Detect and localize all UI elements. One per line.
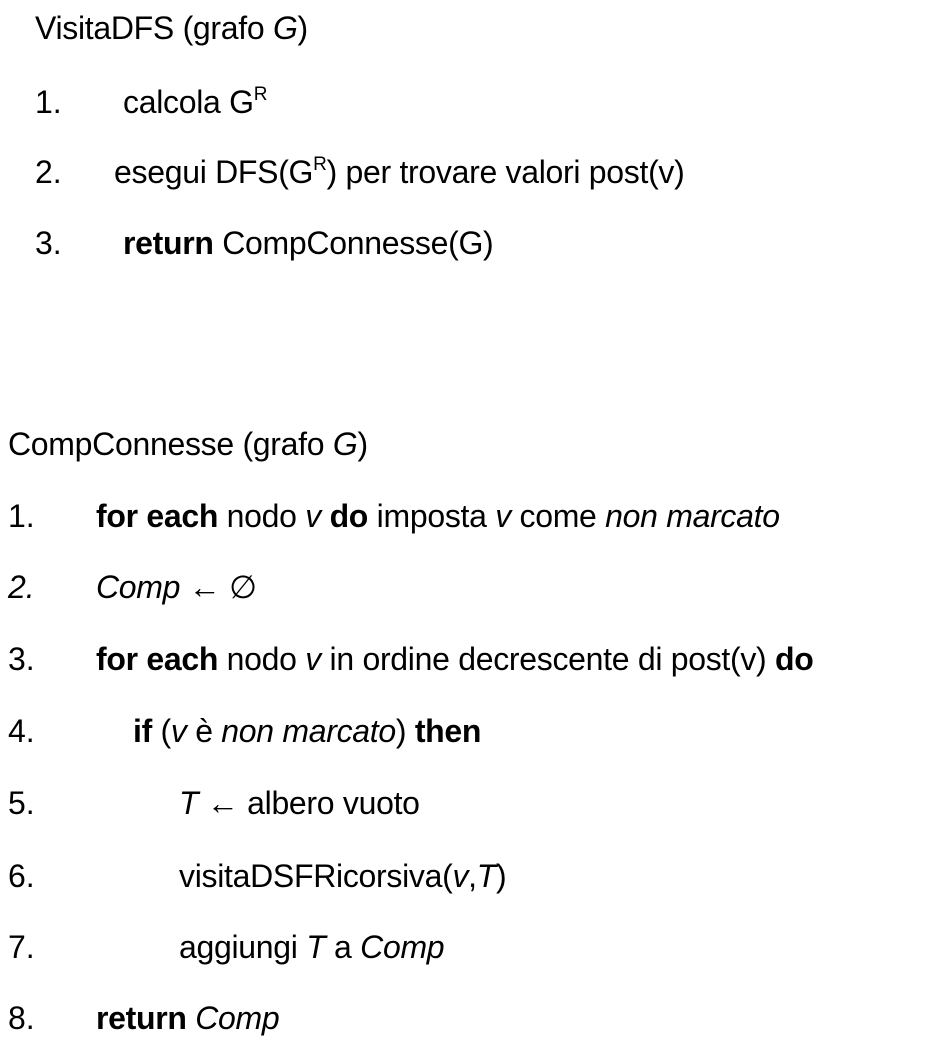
- visita-step-2-pre: esegui DFS(G: [114, 154, 314, 190]
- comp-step-6: visitaDSFRicorsiva(v,T): [179, 856, 507, 896]
- left-arrow-icon: ←: [180, 569, 230, 605]
- comp-step-8-number: 8.: [8, 1000, 35, 1036]
- comp-step-1-text-b: [321, 498, 330, 534]
- comp-step-1-kw-for-each: for each: [96, 498, 219, 534]
- comp-step-3-text-a: nodo: [218, 641, 306, 677]
- comp-step-7: aggiungi T a Comp: [179, 927, 445, 967]
- comp-step-1-var-v: v: [305, 498, 321, 534]
- comp-step-4: if (v è non marcato) then: [133, 711, 481, 751]
- comp-step-5: T ← albero vuoto: [179, 783, 420, 823]
- comp-step-4-number: 4.: [8, 713, 35, 749]
- comp-step-6-number: 6.: [8, 858, 35, 894]
- comp-step-2: Comp ← ∅: [96, 567, 257, 607]
- comp-step-8-kw-return: return: [96, 1000, 187, 1036]
- visita-title-close: ): [297, 10, 309, 46]
- visita-step-3: return CompConnesse(G): [123, 223, 494, 263]
- visita-title-name: VisitaDFS (grafo: [35, 10, 273, 46]
- comp-step-1-number: 1.: [8, 498, 35, 534]
- comp-step-3-text-b: in ordine decrescente di post(v): [320, 641, 776, 677]
- comp-title: CompConnesse (grafo G): [8, 424, 368, 464]
- comp-step-5-text: ← albero vuoto: [198, 785, 420, 821]
- comp-step-6-comma: ,: [468, 858, 477, 894]
- comp-step-1-text-d: come: [510, 498, 606, 534]
- comp-step-1: for each nodo v do imposta v come non ma…: [96, 496, 780, 536]
- comp-step-7-var-comp: Comp: [360, 929, 445, 965]
- comp-step-4-text-a: (: [151, 713, 172, 749]
- visita-step-2-sup: R: [313, 154, 327, 175]
- comp-step-7-number: 7.: [8, 929, 35, 965]
- visita-step-1-sup: R: [253, 84, 268, 105]
- visita-step-1-number: 1.: [35, 84, 62, 120]
- comp-step-4-kw-if: if: [133, 713, 152, 749]
- comp-step-3-kw-for-each: for each: [96, 641, 219, 677]
- comp-step-3-var-v: v: [305, 641, 321, 677]
- comp-step-6-fn: visitaDSFRicorsiva(: [179, 858, 453, 894]
- comp-step-7-text-a: aggiungi: [179, 929, 307, 965]
- comp-step-7-text-b: a: [325, 929, 361, 965]
- comp-step-4-non-marcato: non marcato: [221, 713, 396, 749]
- comp-step-1-var-v2: v: [495, 498, 511, 534]
- comp-step-2-number: 2.: [8, 569, 35, 605]
- comp-step-6-close: ): [496, 858, 507, 894]
- visita-title: VisitaDFS (grafo G): [35, 8, 308, 48]
- visita-step-2-number: 2.: [35, 154, 62, 190]
- comp-step-1-kw-do: do: [329, 498, 369, 534]
- visita-step-2-post: ) per trovare valori post(v): [326, 154, 685, 190]
- pseudocode-document: VisitaDFS (grafo G) 1. calcola GR 2. ese…: [0, 0, 950, 1037]
- comp-title-name: CompConnesse (grafo: [8, 426, 333, 462]
- comp-step-8-space: [187, 1000, 196, 1036]
- comp-step-1-text-c: imposta: [368, 498, 496, 534]
- comp-step-6-var-v: v: [452, 858, 469, 894]
- visita-step-2: esegui DFS(GR) per trovare valori post(v…: [114, 152, 685, 198]
- visita-step-1-text: calcola G: [123, 84, 254, 120]
- visita-step-3-number: 3.: [35, 225, 62, 261]
- comp-step-2-var-comp: Comp: [96, 569, 181, 605]
- empty-set-icon: ∅: [229, 569, 257, 605]
- comp-step-8-var-comp: Comp: [195, 1000, 280, 1036]
- comp-step-4-text-b: è: [186, 713, 222, 749]
- comp-title-close: ): [357, 426, 368, 462]
- visita-title-var: G: [272, 10, 298, 46]
- comp-step-8: return Comp: [96, 998, 280, 1038]
- visita-step-3-text: CompConnesse(G): [213, 225, 494, 261]
- comp-step-3-kw-do: do: [775, 641, 814, 677]
- comp-title-var: G: [332, 426, 358, 462]
- comp-step-3: for each nodo v in ordine decrescente di…: [96, 639, 814, 679]
- visita-step-3-keyword: return: [123, 225, 214, 261]
- comp-step-4-text-c: ): [395, 713, 415, 749]
- comp-step-5-number: 5.: [8, 785, 35, 821]
- comp-step-1-text-a: nodo: [218, 498, 306, 534]
- visita-step-1: calcola GR: [123, 82, 267, 128]
- comp-step-3-number: 3.: [8, 641, 35, 677]
- comp-step-4-kw-then: then: [414, 713, 482, 749]
- comp-step-7-var-t: T: [306, 929, 326, 965]
- comp-step-1-non-marcato: non marcato: [605, 498, 780, 534]
- comp-step-4-var-v: v: [170, 713, 187, 749]
- comp-step-5-var-t: T: [179, 785, 199, 821]
- comp-step-6-var-t: T: [476, 858, 497, 894]
